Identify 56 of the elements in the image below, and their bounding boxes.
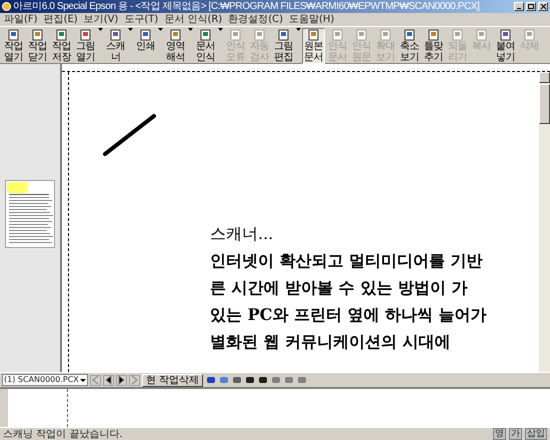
last-page-icon — [130, 375, 139, 385]
text-line: 인터넷이 확산되고 멀티미디어를 기반 — [210, 250, 484, 272]
toolbar-button[interactable]: 그림열기 — [74, 28, 97, 64]
next-icon — [117, 375, 126, 385]
menu-item[interactable]: 보기(V) — [84, 13, 118, 26]
toolbar-button[interactable]: 그림편집 — [272, 28, 295, 64]
text-line: 른 시간에 받아볼 수 있는 방법이 가 — [210, 277, 468, 299]
scroll-up-button[interactable] — [539, 72, 550, 83]
dropdown-arrow-icon[interactable] — [128, 28, 133, 31]
menu-item[interactable]: 문서 인식(R) — [164, 13, 222, 26]
previous-button[interactable] — [103, 374, 114, 386]
status-indicator: 삽입 — [525, 428, 547, 440]
toolbar-button[interactable]: 작업저장 — [50, 28, 73, 64]
minimize-button[interactable] — [514, 2, 524, 11]
menu-item[interactable]: 도구(T) — [124, 13, 158, 26]
vertical-scrollbar[interactable] — [539, 72, 550, 372]
text-line: 있는 PC와 프린터 옆에 하나씩 늘어가 — [210, 304, 487, 326]
text-line: 별화된 웹 커뮤니케이션의 시대에 — [210, 331, 452, 353]
toolbar-button[interactable]: 축소보기 — [398, 28, 421, 64]
dropdown-arrow-icon[interactable] — [98, 28, 103, 31]
status-message: 스캐닝 작업이 끝났습니다. — [3, 428, 124, 440]
diagonal-line-drawing — [102, 112, 158, 158]
maximize-button[interactable] — [526, 2, 536, 11]
toolbar-button[interactable]: 인쇄 — [134, 28, 157, 53]
toolbar-button[interactable]: 영역해석 — [164, 28, 187, 64]
toolbar-button[interactable]: 붙여넣기 — [494, 28, 517, 64]
window-title: 아르미6.0 Special Epson 용 - <작업 제목없음> [C:₩PROGRAM FILES₩ARMI60₩EPWTMP₩SCAN0000.PCX] — [13, 0, 480, 12]
next-button[interactable] — [116, 374, 127, 386]
dropdown-arrow-icon[interactable] — [158, 28, 163, 31]
scroll-thumb[interactable] — [539, 84, 550, 124]
status-indicator: 가 — [509, 428, 522, 440]
dropdown-arrow-icon[interactable] — [218, 28, 223, 31]
previous-icon — [104, 375, 113, 385]
toolbar-button[interactable]: 스캐너 — [104, 28, 127, 64]
first-page-icon — [91, 375, 100, 385]
toolbar-button[interactable]: 문서인식 — [194, 28, 217, 64]
toolbar-button[interactable]: 작업열기 — [2, 28, 25, 64]
heading-text: 스캐너... — [210, 223, 274, 245]
close-button[interactable] — [538, 2, 548, 11]
app-logo-icon — [2, 2, 11, 11]
delete-job-button[interactable]: 현 작업삭제 — [142, 374, 204, 386]
file-dropdown[interactable]: (1) SCAN0000.PCX — [2, 374, 88, 386]
close-icon — [539, 3, 547, 10]
maximize-icon — [527, 3, 535, 10]
dropdown-arrow-icon[interactable] — [296, 28, 301, 31]
toolbar-button[interactable]: 원본문서 — [302, 28, 325, 64]
thumbnail-selection — [7, 182, 27, 193]
menu-item[interactable]: 파일(F) — [4, 13, 38, 26]
toolbar-button[interactable]: 틀맞추기 — [422, 28, 445, 64]
dropdown-arrow-icon[interactable] — [188, 28, 193, 31]
menu-item[interactable]: 환경설정(C) — [228, 13, 283, 26]
page-thumbnail[interactable] — [5, 180, 55, 248]
status-indicator: 영 — [493, 428, 506, 440]
menu-item[interactable]: 도움말(H) — [289, 13, 334, 26]
toolbar-button[interactable]: 작업닫기 — [26, 28, 49, 64]
menu-item[interactable]: 편집(E) — [44, 13, 78, 26]
